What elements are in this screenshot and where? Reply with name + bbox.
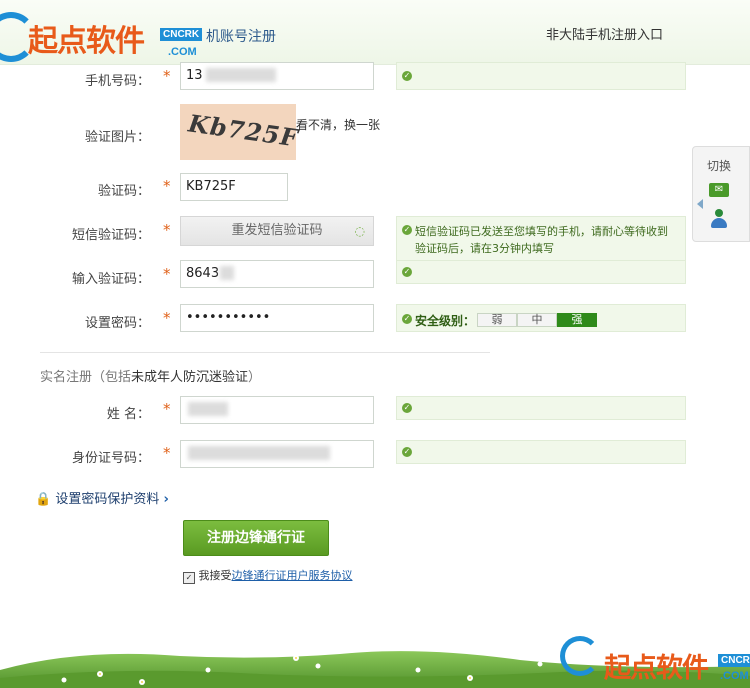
switch-panel[interactable]: 切换 ✉ [692,146,750,242]
required-star: * [163,400,171,418]
password-label: 设置密码： [84,316,150,331]
required-star: * [163,265,171,283]
required-star: * [163,67,171,85]
watermark-badge-bottom: CNCRK [718,654,750,667]
resend-sms-label: 重发短信验证码 [231,223,323,238]
section-divider [40,352,490,353]
watermark-brand: 起点软件 [28,24,145,59]
phone-tip: ✓ [396,62,686,90]
refresh-captcha-link[interactable]: 看不清，换一张 [296,116,380,133]
mail-icon[interactable]: ✉ [709,183,729,197]
check-icon: ✓ [402,447,412,457]
sms-code-value: 8643 [186,266,220,281]
overseas-register-link[interactable]: 非大陆手机注册入口 [546,24,663,43]
loading-spinner-icon: ◌ [354,224,365,238]
captcha-image[interactable]: Kb725F [180,104,300,160]
watermark-badge: CNCRK [160,28,203,41]
required-star: * [163,221,171,239]
strength-medium: 中 [517,313,557,327]
sms-code-input[interactable]: 8643 [180,260,374,288]
password-tip: ✓ 安全级别： 弱 中 强 [396,304,686,332]
sms-input-label: 输入验证码： [71,272,150,287]
register-submit-button[interactable]: 注册边锋通行证 [183,520,329,556]
phone-label: 手机号码： [84,74,150,89]
id-label: 身份证号码： [71,451,150,466]
lock-icon: 🔒 [35,492,52,507]
name-tip: ✓ [396,396,686,420]
sms-tip: ✓ 短信验证码已发送至您填写的手机，请耐心等待收到验证码后，请在3分钟内填写 [396,216,686,262]
page-title: 机账号注册 [206,29,276,45]
security-info-label: 设置密码保护资料 [55,492,160,507]
watermark-brand-bottom: 起点软件 [604,653,709,684]
sms-input-tip: ✓ [396,260,686,284]
check-icon: ✓ [402,71,412,81]
chevron-right-icon: › [163,492,169,507]
watermark-logo-bottom: 起点软件 CNCRK .COM [560,630,750,688]
name-redaction [188,402,228,416]
realname-title-highlight: 未成年人防沉迷验证 [131,370,249,385]
check-icon: ✓ [402,225,412,235]
watermark-com: .COM [168,46,197,58]
logo-swirl-icon [560,636,600,676]
captcha-image-text: Kb725F [186,108,301,153]
watermark-com-bottom: .COM [720,670,749,682]
check-icon: ✓ [402,314,412,324]
resend-sms-button[interactable]: 重发短信验证码 ◌ [180,216,374,246]
sms-tip-text: 短信验证码已发送至您填写的手机，请耐心等待收到验证码后，请在3分钟内填写 [415,225,668,255]
captcha-image-label: 验证图片： [84,130,150,145]
required-star: * [163,309,171,327]
required-star: * [163,177,171,195]
strength-label: 安全级别： [415,314,476,328]
name-label: 姓 名： [106,407,150,422]
security-info-link[interactable]: 🔒 设置密码保护资料 › [35,488,169,507]
user-icon[interactable] [711,209,727,229]
realname-section-title: 实名注册（包括未成年人防沉迷验证） [40,366,261,385]
switch-panel-title: 切换 [707,159,732,173]
realname-title-suffix: ） [248,370,262,385]
agreement-link[interactable]: 边锋通行证用户服务协议 [232,569,353,582]
sms-code-redaction [220,266,234,280]
captcha-code-input[interactable]: KB725F [180,173,288,201]
strength-strong: 强 [557,313,597,327]
captcha-code-value: KB725F [186,179,236,194]
realname-title-prefix: 实名注册（包括 [40,370,132,385]
required-star: * [163,444,171,462]
password-input[interactable]: ••••••••••• [180,304,374,332]
id-tip: ✓ [396,440,686,464]
agreement-row: ✓ 我接受边锋通行证用户服务协议 [183,567,353,584]
sms-label: 短信验证码： [71,228,150,243]
phone-value: 13 [186,68,203,83]
captcha-code-label: 验证码： [97,184,150,199]
check-icon: ✓ [402,267,412,277]
password-value: ••••••••••• [186,310,271,325]
check-icon: ✓ [402,403,412,413]
id-redaction [188,446,330,460]
strength-weak: 弱 [477,313,517,327]
agreement-prefix: 我接受 [198,569,232,582]
agreement-checkbox[interactable]: ✓ [183,572,195,584]
phone-redaction [206,68,276,82]
switch-arrow-icon [697,199,703,209]
